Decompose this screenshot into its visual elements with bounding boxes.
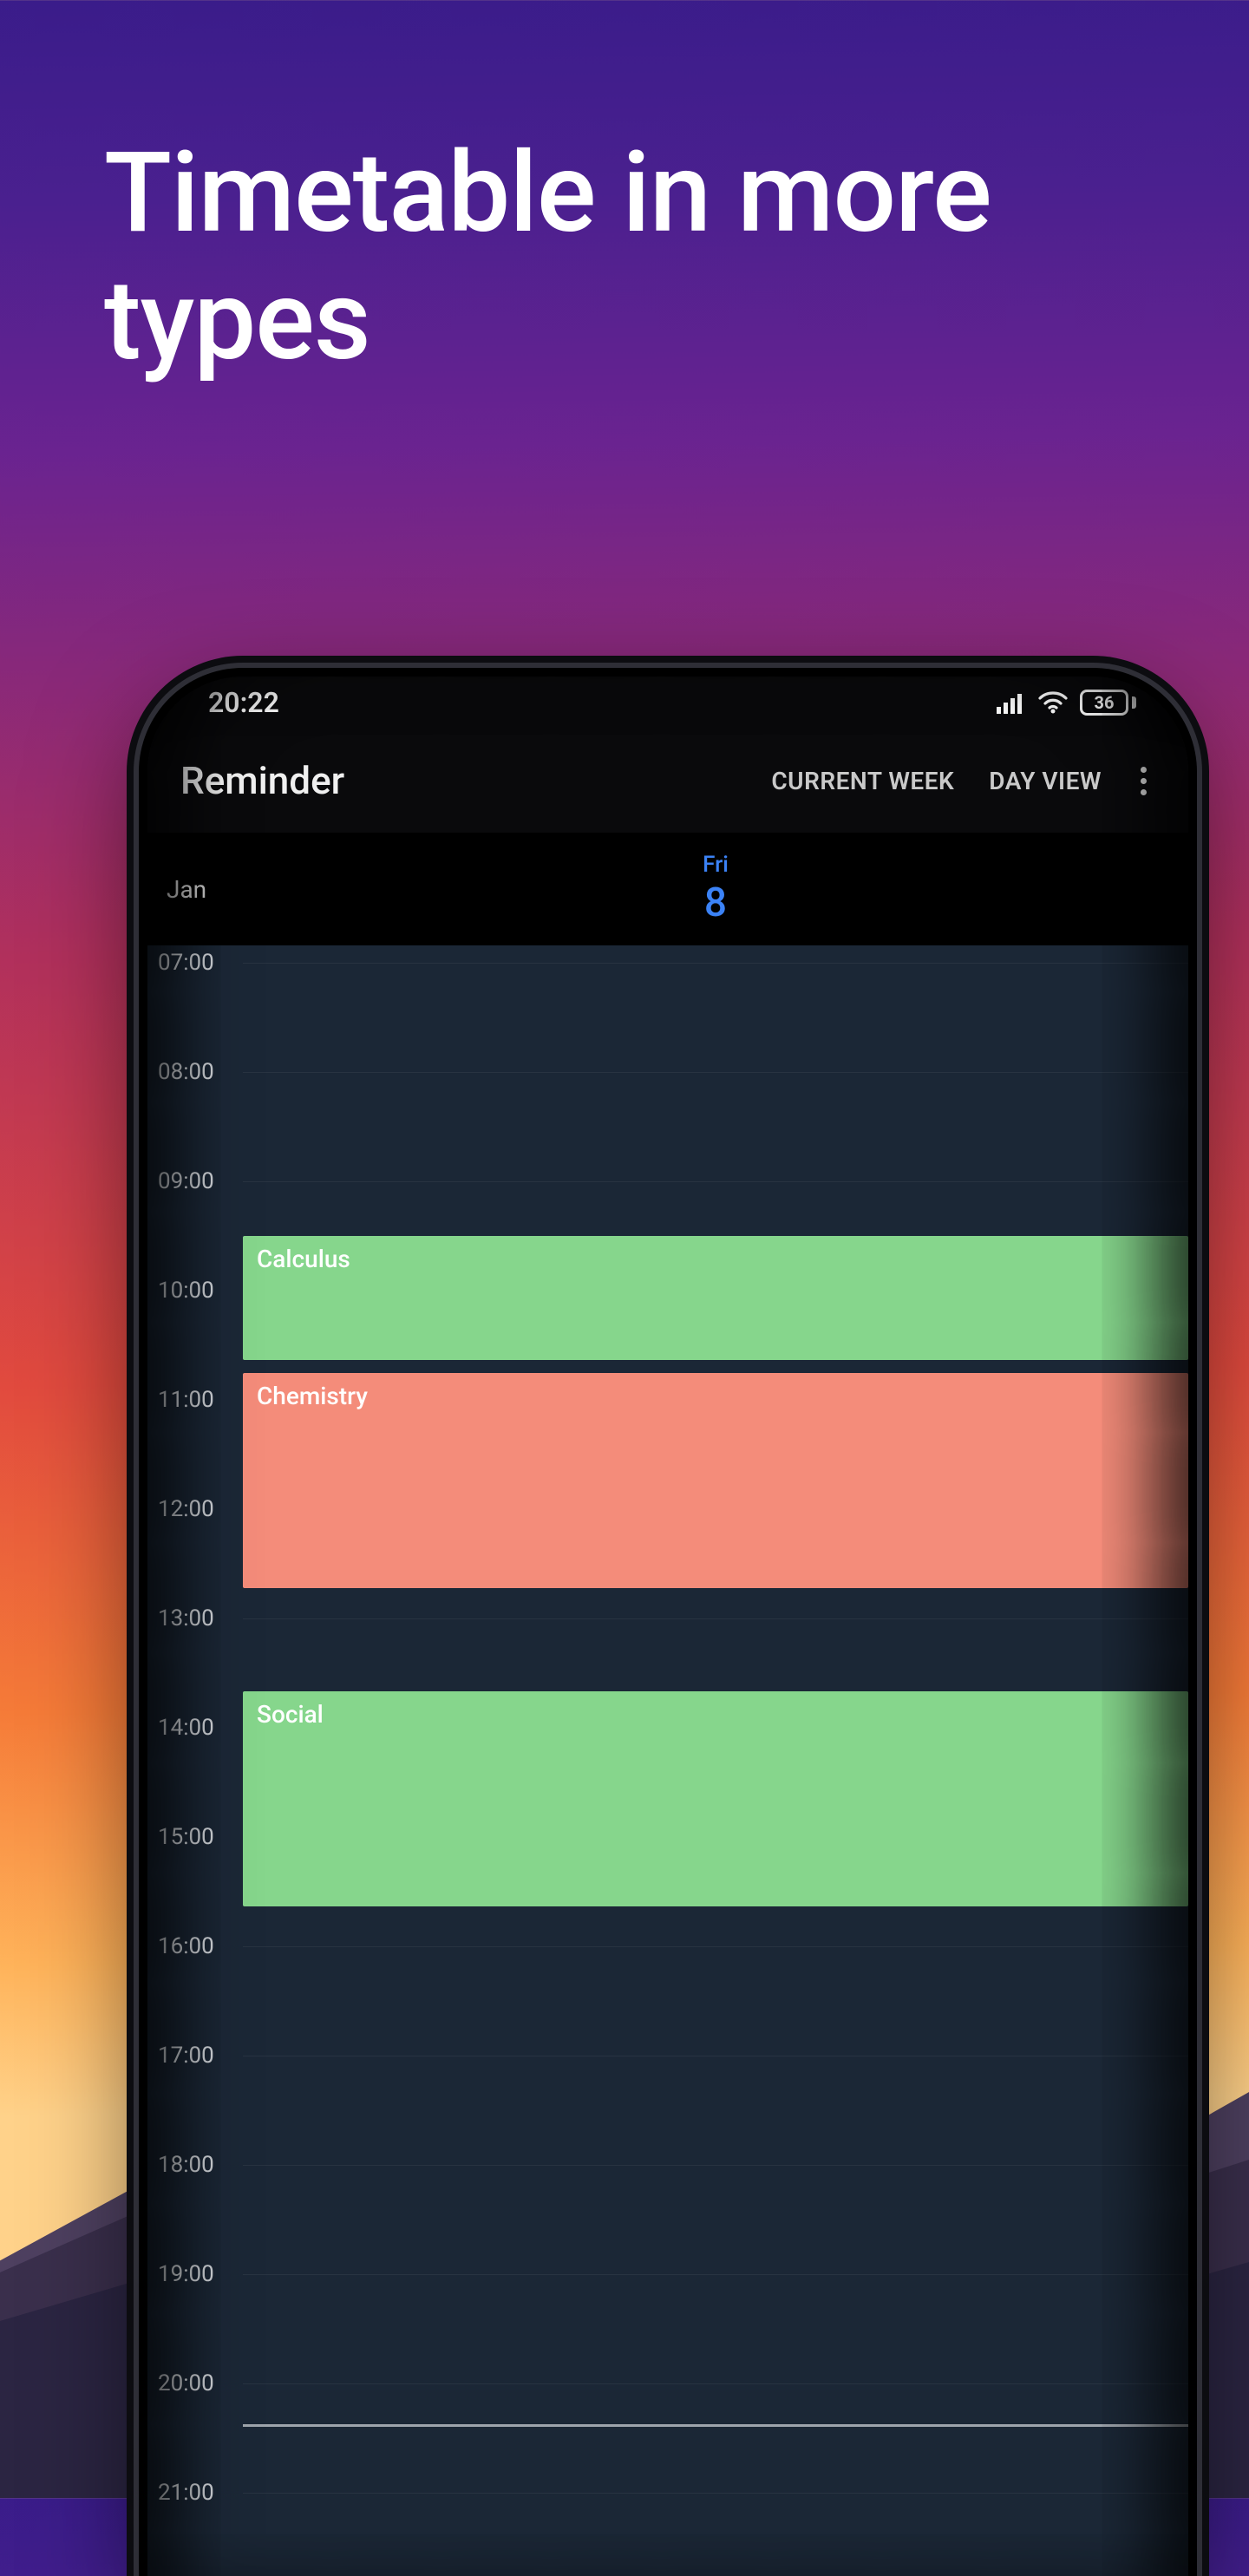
more-menu-button[interactable] (1124, 762, 1162, 800)
app-bar: Reminder CURRENT WEEK DAY VIEW (147, 729, 1188, 833)
event-block[interactable]: Social (243, 1691, 1188, 1906)
hour-label: 13:00 (158, 1605, 214, 1631)
status-bar: 20:22 36 (147, 677, 1188, 729)
status-time: 20:22 (208, 686, 279, 719)
app-title: Reminder (180, 758, 344, 803)
month-label: Jan (147, 833, 243, 945)
hour-label: 11:00 (158, 1387, 214, 1413)
hour-label: 14:00 (158, 1715, 214, 1741)
hour-label: 21:00 (158, 2480, 214, 2506)
day-header[interactable]: Jan Fri 8 (147, 833, 1188, 945)
hour-label: 17:00 (158, 2043, 214, 2069)
event-block[interactable]: Calculus (243, 1236, 1188, 1360)
timeline-grid: Calculus Chemistry Social (243, 945, 1188, 2576)
current-week-button[interactable]: CURRENT WEEK (754, 756, 971, 806)
day-number: 8 (704, 879, 727, 926)
hour-label: 12:00 (158, 1496, 214, 1522)
timeline[interactable]: 07:00 08:00 09:00 10:00 11:00 12:00 13:00 14:00… (147, 945, 1188, 2576)
now-indicator (243, 2424, 1188, 2427)
wifi-icon (1038, 691, 1068, 714)
hour-label: 18:00 (158, 2152, 214, 2178)
hour-label: 09:00 (158, 1168, 214, 1194)
battery-indicator: 36 (1080, 690, 1136, 716)
hour-label: 10:00 (158, 1278, 214, 1304)
hour-label: 08:00 (158, 1059, 214, 1085)
day-view-button[interactable]: DAY VIEW (971, 756, 1119, 806)
event-title: Social (257, 1700, 324, 1729)
hour-label: 19:00 (158, 2261, 214, 2287)
event-title: Chemistry (257, 1382, 368, 1410)
marketing-headline: Timetable in more types (104, 130, 1197, 385)
event-block[interactable]: Chemistry (243, 1373, 1188, 1588)
phone-frame: 20:22 36 (139, 668, 1197, 2576)
battery-percent: 36 (1095, 692, 1115, 713)
event-title: Calculus (257, 1245, 350, 1273)
hour-label: 16:00 (158, 1933, 214, 1959)
day-of-week: Fri (703, 852, 729, 878)
hour-label: 07:00 (158, 950, 214, 976)
phone-screen: 20:22 36 (147, 677, 1188, 2576)
hour-gutter: 07:00 08:00 09:00 10:00 11:00 12:00 13:00 14:00… (147, 945, 243, 2576)
hour-label: 20:00 (158, 2370, 214, 2396)
hour-label: 15:00 (158, 1824, 214, 1850)
signal-icon (997, 691, 1026, 714)
